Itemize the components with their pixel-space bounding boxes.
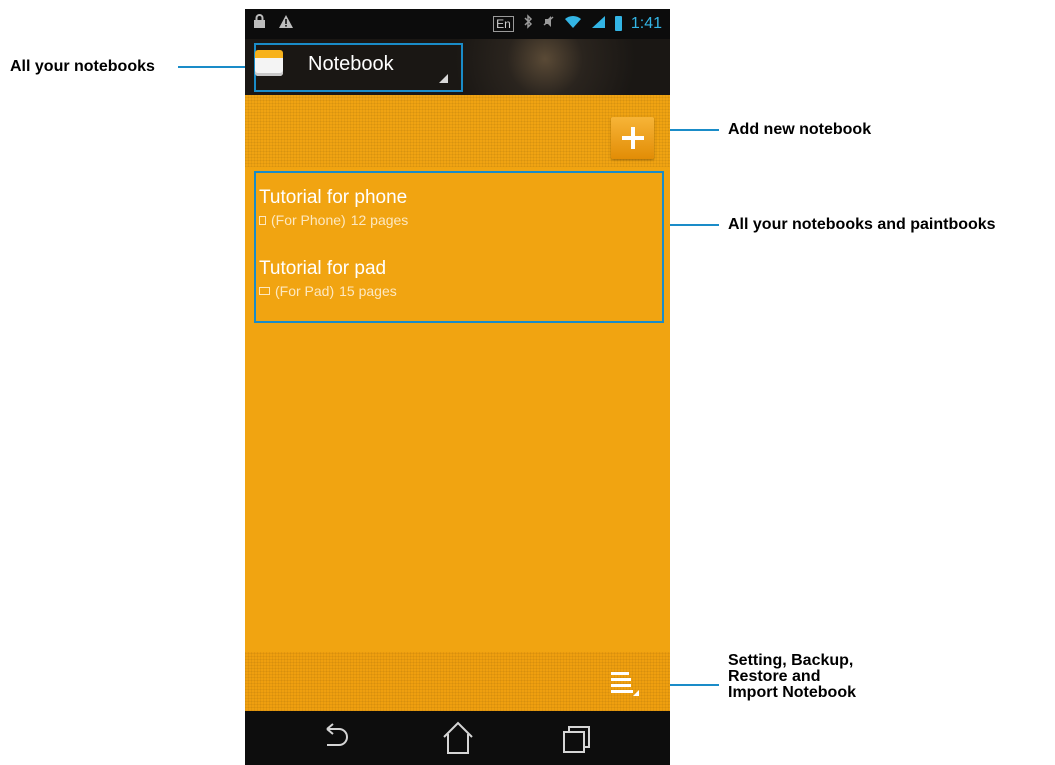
recent-apps-icon bbox=[563, 726, 590, 753]
notebook-title: Tutorial for phone bbox=[259, 187, 408, 208]
pad-device-icon bbox=[259, 287, 270, 295]
callout-list: All your notebooks and paintbooks bbox=[728, 216, 996, 233]
clock: 1:41 bbox=[630, 14, 662, 32]
back-button[interactable] bbox=[303, 719, 363, 757]
lock-icon bbox=[253, 14, 266, 33]
back-icon bbox=[326, 723, 348, 746]
add-notebook-button[interactable] bbox=[611, 117, 654, 159]
callout-add-new: Add new notebook bbox=[728, 121, 872, 138]
callout-menu: Setting, Backup, Restore and Import Note… bbox=[728, 652, 856, 701]
status-bar: En 1:41 bbox=[245, 9, 670, 39]
menu-button[interactable] bbox=[611, 670, 639, 698]
top-toolbar bbox=[245, 95, 670, 167]
list-item[interactable]: Tutorial for pad (For Pad) 15 pages bbox=[259, 258, 397, 299]
bluetooth-icon bbox=[523, 14, 533, 33]
callout-line-all-notebooks bbox=[178, 66, 254, 68]
notebook-meta: (For Phone) 12 pages bbox=[259, 212, 408, 228]
action-bar: Notebook bbox=[245, 39, 670, 95]
mute-icon bbox=[542, 14, 555, 33]
list-item[interactable]: Tutorial for phone (For Phone) 12 pages bbox=[259, 187, 408, 228]
notebook-title: Tutorial for pad bbox=[259, 258, 387, 279]
navigation-bar bbox=[245, 711, 670, 765]
notebook-device: (For Phone) bbox=[271, 212, 346, 228]
wifi-icon bbox=[564, 15, 582, 33]
signal-icon bbox=[591, 15, 606, 33]
notebook-pages: 12 pages bbox=[350, 212, 409, 228]
recent-apps-button[interactable] bbox=[546, 719, 606, 757]
phone-screen: En 1:41 Notebook Tutorial for phone (For… bbox=[245, 9, 670, 765]
home-button[interactable] bbox=[428, 719, 488, 757]
bottom-toolbar bbox=[245, 652, 670, 711]
dropdown-corner-icon bbox=[439, 74, 448, 83]
keyboard-language: En bbox=[493, 15, 514, 32]
notebook-app-icon bbox=[255, 50, 283, 76]
home-icon bbox=[443, 721, 473, 754]
callout-line-list bbox=[664, 224, 719, 226]
plus-icon bbox=[611, 117, 654, 159]
notebook-pages: 15 pages bbox=[339, 283, 397, 299]
phone-device-icon bbox=[259, 215, 266, 225]
callout-all-notebooks: All your notebooks bbox=[10, 58, 155, 75]
app-title: Notebook bbox=[308, 53, 394, 75]
notebook-device: (For Pad) bbox=[275, 283, 335, 299]
battery-icon bbox=[614, 16, 622, 31]
warning-icon bbox=[278, 14, 294, 33]
notebook-meta: (For Pad) 15 pages bbox=[259, 283, 397, 299]
